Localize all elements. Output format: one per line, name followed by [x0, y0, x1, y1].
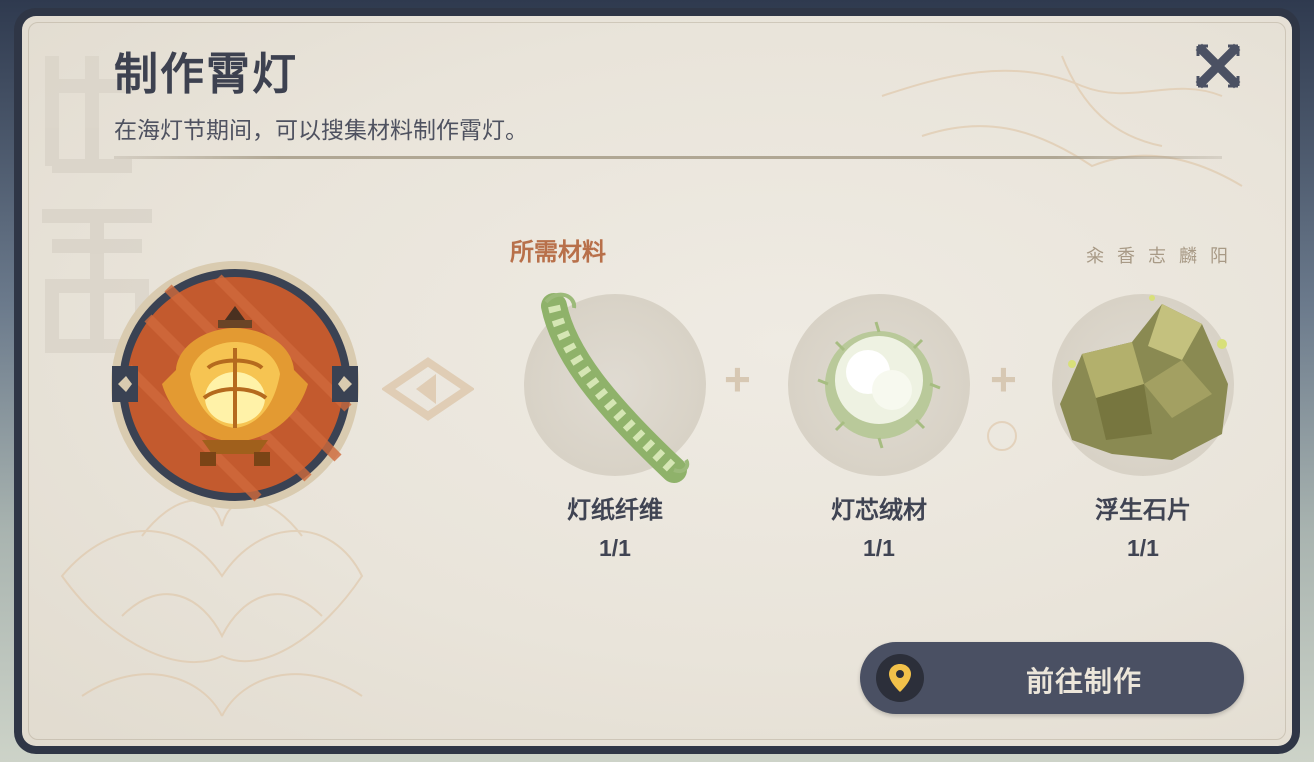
craft-arrow-icon: [380, 356, 476, 427]
material-name: 灯纸纤维: [567, 497, 663, 524]
dialog-title: 制作霄灯: [114, 50, 298, 99]
cotton-icon: [788, 294, 970, 476]
material-count: 1/1: [863, 535, 895, 561]
craft-dialog: 制作霄灯 在海灯节期间，可以搜集材料制作霄灯。 籴 香 志 麟 阳 所需材料 灯…: [22, 16, 1292, 746]
plus-icon: +: [724, 353, 751, 405]
material-item[interactable]: 灯芯绒材 1/1: [788, 294, 970, 562]
material-item[interactable]: 浮生石片 1/1: [1052, 294, 1234, 562]
material-count: 1/1: [1127, 535, 1159, 561]
fiber-icon: [524, 292, 706, 483]
material-count: 1/1: [599, 535, 631, 561]
material-item[interactable]: 灯纸纤维 1/1: [524, 292, 706, 562]
material-name: 浮生石片: [1095, 497, 1191, 524]
title-divider: [114, 156, 1222, 159]
go-craft-button[interactable]: 前往制作: [860, 642, 1244, 714]
location-pin-icon: [876, 654, 924, 702]
material-name: 灯芯绒材: [831, 497, 927, 524]
dialog-subtitle: 在海灯节期间，可以搜集材料制作霄灯。: [114, 117, 528, 143]
lantern-icon: [108, 258, 362, 512]
stone-icon: [1052, 294, 1234, 476]
close-x-icon[interactable]: [1194, 42, 1242, 90]
decorative-script: 籴 香 志 麟 阳: [1086, 246, 1233, 266]
go-craft-label: 前往制作: [1025, 666, 1142, 697]
plus-icon: +: [990, 353, 1017, 405]
required-materials-label: 所需材料: [510, 239, 606, 266]
